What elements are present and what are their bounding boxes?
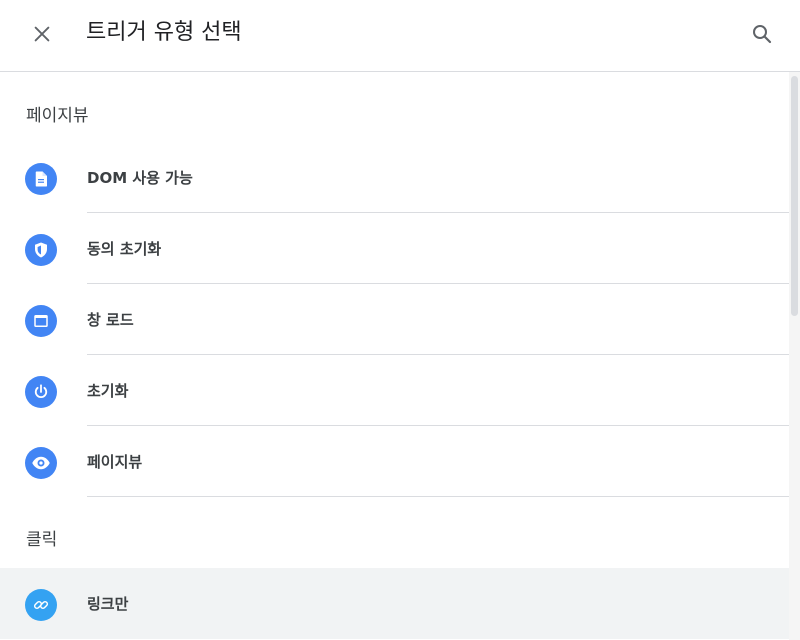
trigger-item-window-loaded[interactable]: 창 로드 [0, 284, 789, 355]
eye-icon [25, 447, 57, 479]
trigger-item-label: DOM 사용 가능 [87, 169, 193, 187]
divider [87, 496, 789, 497]
trigger-item-just-links[interactable]: 링크만 [0, 568, 789, 639]
dialog-header: 트리거 유형 선택 [0, 0, 800, 72]
power-icon [25, 376, 57, 408]
shield-icon [25, 234, 57, 266]
scrollbar-thumb[interactable] [791, 76, 798, 316]
trigger-item-consent-init[interactable]: 동의 초기화 [0, 213, 789, 284]
dialog-title: 트리거 유형 선택 [86, 20, 242, 45]
search-icon [753, 25, 772, 44]
link-icon [25, 589, 57, 621]
trigger-item-label: 동의 초기화 [87, 240, 162, 258]
section-header-click: 클릭 [26, 530, 58, 550]
document-icon [25, 163, 57, 195]
trigger-type-list: 페이지뷰 DOM 사용 가능 동의 초기화 창 로드 초기화 페이지뷰 클릭 링… [0, 72, 789, 640]
trigger-item-initialization[interactable]: 초기화 [0, 355, 789, 426]
search-button[interactable] [742, 14, 782, 54]
section-header-pageview: 페이지뷰 [26, 106, 89, 126]
trigger-item-label: 페이지뷰 [87, 453, 143, 471]
close-icon [34, 26, 50, 42]
trigger-item-dom-ready[interactable]: DOM 사용 가능 [0, 142, 789, 213]
trigger-item-label: 창 로드 [87, 311, 134, 329]
trigger-item-label: 초기화 [87, 382, 129, 400]
scrollbar[interactable] [789, 72, 800, 640]
trigger-item-label: 링크만 [87, 595, 129, 613]
window-icon [25, 305, 57, 337]
trigger-item-page-view[interactable]: 페이지뷰 [0, 426, 789, 497]
close-button[interactable] [22, 14, 62, 54]
